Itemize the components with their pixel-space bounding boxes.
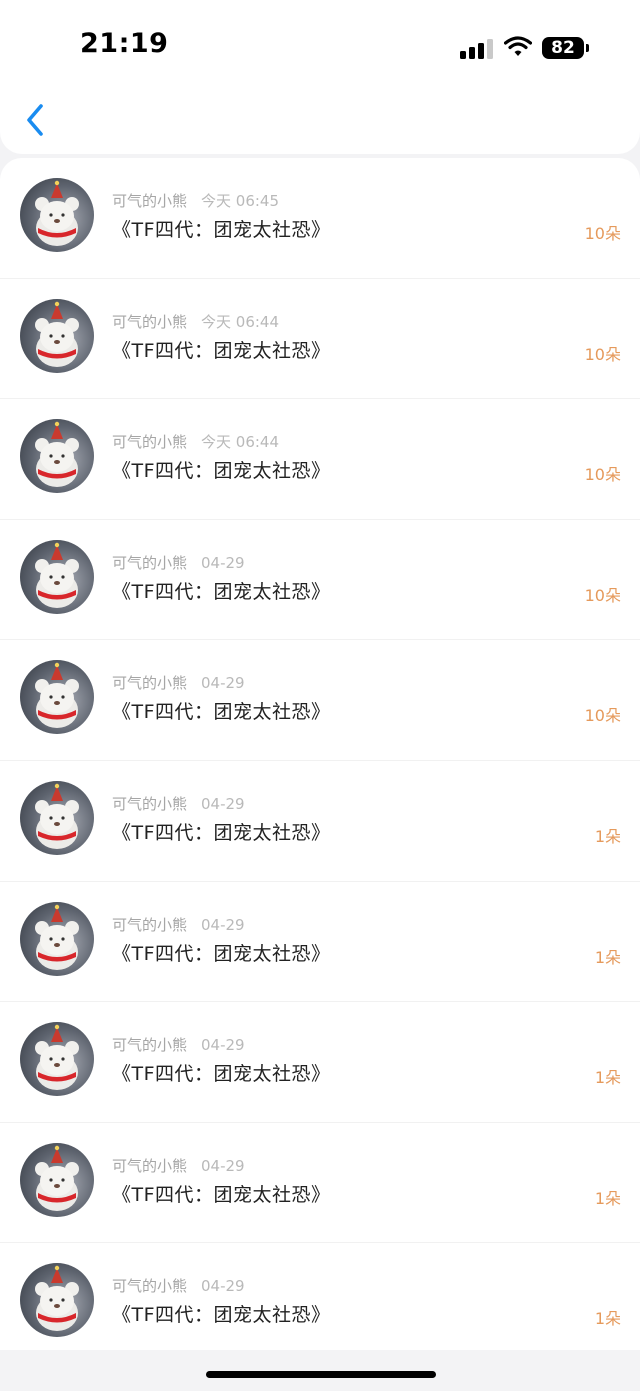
bear-avatar-icon bbox=[35, 542, 79, 608]
avatar[interactable] bbox=[20, 178, 94, 252]
item-date: 04-29 bbox=[201, 553, 245, 572]
avatar[interactable] bbox=[20, 1142, 94, 1217]
book-title: 《TF四代：团宠太社恐》 bbox=[112, 460, 331, 483]
avatar[interactable] bbox=[20, 1022, 94, 1097]
wifi-icon bbox=[504, 36, 532, 56]
home-area bbox=[0, 1350, 640, 1391]
book-title: 《TF四代：团宠太社恐》 bbox=[112, 219, 331, 241]
avatar[interactable] bbox=[20, 660, 94, 735]
avatar[interactable] bbox=[20, 539, 94, 614]
avatar[interactable] bbox=[20, 1263, 94, 1338]
list-item[interactable]: 可气的小熊 04-29 《TF四代：团宠太社恐》 1朵 bbox=[0, 759, 640, 881]
book-title: 《TF四代：团宠太社恐》 bbox=[112, 701, 331, 724]
bear-avatar-icon bbox=[35, 301, 79, 367]
bear-avatar-icon bbox=[35, 1266, 79, 1332]
item-date: 04-29 bbox=[201, 1036, 245, 1055]
user-name: 可气的小熊 bbox=[112, 192, 188, 210]
list-item[interactable]: 可气的小熊 今天 06:44 《TF四代：团宠太社恐》 10朵 bbox=[0, 398, 640, 519]
avatar[interactable] bbox=[20, 901, 94, 976]
item-date: 今天 06:44 bbox=[201, 433, 280, 452]
item-date: 今天 06:45 bbox=[201, 192, 280, 210]
item-meta: 可气的小熊 今天 06:44 bbox=[112, 311, 279, 332]
bear-avatar-icon bbox=[35, 180, 79, 246]
user-name: 可气的小熊 bbox=[112, 794, 188, 813]
bear-avatar-icon bbox=[35, 1145, 79, 1211]
bear-avatar-icon bbox=[35, 904, 79, 970]
back-button[interactable] bbox=[18, 98, 54, 142]
bear-avatar-icon bbox=[35, 1024, 79, 1091]
gift-amount: 1朵 bbox=[594, 1188, 621, 1208]
list-item[interactable]: 可气的小熊 04-29 《TF四代：团宠太社恐》 1朵 bbox=[0, 1001, 640, 1122]
item-date: 04-29 bbox=[201, 794, 245, 813]
item-meta: 可气的小熊 04-29 bbox=[112, 1155, 245, 1176]
gift-amount: 10朵 bbox=[584, 585, 621, 605]
book-title: 《TF四代：团宠太社恐》 bbox=[112, 339, 331, 362]
item-meta: 可气的小熊 04-29 bbox=[112, 1034, 245, 1055]
list-item[interactable]: 可气的小熊 04-29 《TF四代：团宠太社恐》 1朵 bbox=[0, 880, 640, 1002]
item-date: 04-29 bbox=[201, 674, 245, 693]
item-date: 今天 06:44 bbox=[201, 312, 280, 331]
chevron-left-icon bbox=[27, 104, 43, 136]
user-name: 可气的小熊 bbox=[112, 1277, 188, 1296]
item-meta: 可气的小熊 04-29 bbox=[112, 672, 245, 693]
list-item[interactable]: 可气的小熊 04-29 《TF四代：团宠太社恐》 10朵 bbox=[0, 639, 640, 760]
item-meta: 可气的小熊 04-29 bbox=[112, 793, 245, 814]
book-title: 《TF四代：团宠太社恐》 bbox=[112, 1304, 331, 1327]
book-title: 《TF四代：团宠太社恐》 bbox=[112, 1183, 331, 1206]
item-date: 04-29 bbox=[201, 915, 245, 934]
user-name: 可气的小熊 bbox=[112, 674, 188, 693]
bear-avatar-icon bbox=[35, 663, 79, 729]
item-date: 04-29 bbox=[201, 1156, 245, 1175]
book-title: 《TF四代：团宠太社恐》 bbox=[112, 580, 331, 603]
user-name: 可气的小熊 bbox=[112, 915, 188, 934]
gift-amount: 10朵 bbox=[584, 465, 621, 485]
user-name: 可气的小熊 bbox=[112, 312, 188, 331]
home-indicator[interactable] bbox=[206, 1371, 436, 1378]
list-item[interactable]: 可气的小熊 04-29 《TF四代：团宠太社恐》 1朵 bbox=[0, 1121, 640, 1243]
user-name: 可气的小熊 bbox=[112, 1036, 188, 1055]
gift-amount: 1朵 bbox=[594, 947, 621, 967]
list-item[interactable]: 可气的小熊 04-29 《TF四代：团宠太社恐》 1朵 bbox=[0, 1242, 640, 1350]
navigation-bar bbox=[0, 80, 640, 154]
bear-avatar-icon bbox=[35, 421, 79, 488]
user-name: 可气的小熊 bbox=[112, 1156, 188, 1175]
status-time: 21:19 bbox=[80, 28, 169, 59]
bear-avatar-icon bbox=[35, 783, 79, 849]
gift-record-list: 可气的小熊 今天 06:45 《TF四代：团宠太社恐》 10朵 可气的小熊 今天 0… bbox=[0, 158, 640, 1350]
item-date: 04-29 bbox=[201, 1277, 245, 1296]
gift-amount: 1朵 bbox=[594, 826, 621, 846]
avatar[interactable] bbox=[20, 780, 94, 855]
battery-indicator: 82 bbox=[542, 37, 584, 59]
list-item[interactable]: 可气的小熊 今天 06:44 《TF四代：团宠太社恐》 10朵 bbox=[0, 277, 640, 399]
list-item[interactable]: 可气的小熊 04-29 《TF四代：团宠太社恐》 10朵 bbox=[0, 518, 640, 640]
gift-amount: 10朵 bbox=[584, 706, 621, 726]
list-item[interactable]: 可气的小熊 今天 06:45 《TF四代：团宠太社恐》 10朵 bbox=[0, 158, 640, 278]
cellular-signal-icon bbox=[460, 37, 494, 59]
user-name: 可气的小熊 bbox=[112, 433, 188, 452]
user-name: 可气的小熊 bbox=[112, 553, 188, 572]
avatar[interactable] bbox=[20, 298, 94, 373]
book-title: 《TF四代：团宠太社恐》 bbox=[112, 942, 331, 965]
battery-cap bbox=[586, 44, 589, 52]
gift-amount: 1朵 bbox=[594, 1068, 621, 1088]
item-meta: 可气的小熊 今天 06:45 bbox=[112, 190, 279, 211]
avatar[interactable] bbox=[20, 419, 94, 494]
item-meta: 可气的小熊 04-29 bbox=[112, 552, 245, 573]
gift-amount: 10朵 bbox=[584, 344, 621, 364]
item-meta: 可气的小熊 04-29 bbox=[112, 914, 245, 935]
book-title: 《TF四代：团宠太社恐》 bbox=[112, 821, 331, 844]
status-bar: 21:19 82 bbox=[0, 0, 640, 80]
item-meta: 可气的小熊 今天 06:44 bbox=[112, 431, 279, 452]
item-meta: 可气的小熊 04-29 bbox=[112, 1275, 245, 1296]
gift-amount: 1朵 bbox=[594, 1309, 621, 1329]
gift-amount: 10朵 bbox=[584, 224, 621, 243]
book-title: 《TF四代：团宠太社恐》 bbox=[112, 1063, 331, 1086]
